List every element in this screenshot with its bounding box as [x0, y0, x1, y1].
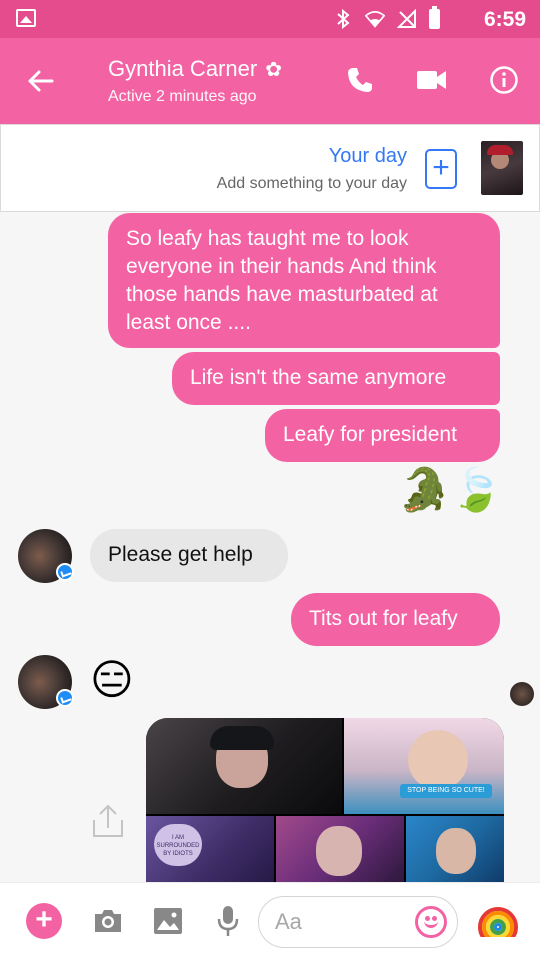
status-icons — [333, 6, 440, 30]
contact-name: Gynthia Carner — [108, 56, 258, 81]
back-arrow-icon[interactable] — [24, 64, 58, 98]
message-outgoing[interactable]: Tits out for leafy — [291, 593, 500, 646]
add-to-day-button[interactable]: + — [425, 149, 457, 189]
collage-photo: STOP BEING SO CUTE! — [344, 718, 504, 814]
status-bar: 6:59 — [0, 0, 540, 38]
share-icon[interactable] — [90, 800, 126, 840]
collage-photo — [146, 718, 342, 814]
emoji-message-crocodile-leaf[interactable]: 🐊🍃 — [398, 466, 503, 514]
video-camera-icon[interactable] — [414, 62, 450, 98]
read-receipt-avatar — [510, 682, 534, 706]
camera-icon[interactable] — [90, 903, 126, 939]
contact-avatar[interactable] — [18, 655, 74, 709]
no-signal-icon — [397, 8, 417, 30]
bluetooth-icon — [333, 8, 353, 30]
contact-status: Active 2 minutes ago — [108, 88, 257, 105]
message-outgoing[interactable]: Life isn't the same anymore — [172, 352, 500, 405]
conversation-header: Gynthia Carner ✿ Active 2 minutes ago — [0, 38, 540, 124]
collage-photo — [406, 816, 504, 883]
message-composer: + — [0, 882, 540, 960]
collage-photo — [276, 816, 404, 883]
emoji-icon[interactable] — [415, 906, 447, 938]
your-day-title[interactable]: Your day — [329, 145, 407, 168]
gallery-icon — [16, 9, 36, 27]
image-message-collage[interactable]: STOP BEING SO CUTE! I AM SURROUNDED BY I… — [146, 718, 504, 883]
message-outgoing[interactable]: So leafy has taught me to look everyone … — [108, 213, 500, 348]
collage-caption: I AM SURROUNDED BY IDIOTS — [154, 824, 202, 866]
status-time: 6:59 — [483, 8, 526, 31]
collage-caption: STOP BEING SO CUTE! — [400, 784, 492, 798]
messenger-badge-icon — [56, 689, 74, 707]
your-day-thumbnail[interactable] — [481, 141, 523, 195]
flower-icon: ✿ — [265, 58, 282, 81]
wifi-icon — [365, 8, 385, 30]
contact-name-row[interactable]: Gynthia Carner ✿ — [108, 56, 282, 82]
contact-avatar[interactable] — [18, 529, 74, 583]
emoji-message-expressionless[interactable]: 😑 — [90, 656, 134, 704]
your-day-banner[interactable]: Your day Add something to your day + — [0, 124, 540, 212]
messenger-badge-icon — [56, 563, 74, 581]
message-outgoing[interactable]: Leafy for president — [265, 409, 500, 462]
collage-photo: I AM SURROUNDED BY IDIOTS — [146, 816, 274, 883]
microphone-icon[interactable] — [210, 903, 246, 939]
message-input[interactable] — [275, 907, 405, 937]
info-icon[interactable] — [486, 62, 522, 98]
battery-icon — [429, 6, 440, 29]
plus-icon[interactable]: + — [26, 903, 62, 939]
rainbow-icon[interactable] — [478, 907, 518, 937]
phone-icon[interactable] — [342, 62, 378, 98]
message-input-wrapper — [258, 896, 458, 948]
your-day-subtitle: Add something to your day — [216, 175, 407, 192]
image-icon[interactable] — [150, 903, 186, 939]
message-incoming[interactable]: Please get help — [90, 529, 288, 582]
